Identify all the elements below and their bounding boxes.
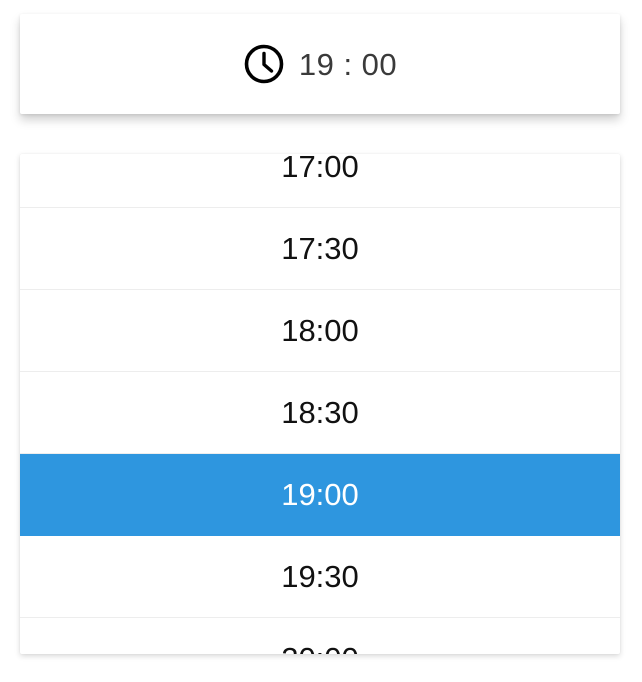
time-option-label: 17:00 [281, 154, 359, 184]
time-options: 17:00 17:30 18:00 18:30 19:00 19:30 20:00 [20, 154, 620, 654]
time-option-label: 19:00 [281, 476, 359, 512]
time-option-label: 19:30 [281, 558, 359, 594]
time-option-label: 17:30 [281, 230, 359, 266]
time-options-list[interactable]: 17:00 17:30 18:00 18:30 19:00 19:30 20:00 [20, 154, 620, 654]
time-option[interactable]: 20:00 [20, 618, 620, 655]
time-option[interactable]: 19:30 [20, 536, 620, 618]
time-picker: 19 : 00 17:00 17:30 18:00 18:30 19:00 19:30 20… [0, 0, 642, 682]
clock-icon [243, 43, 285, 85]
time-picker-field[interactable]: 19 : 00 [20, 14, 620, 114]
time-option-label: 20:00 [281, 641, 359, 655]
time-option[interactable]: 18:00 [20, 290, 620, 372]
time-option[interactable]: 18:30 [20, 372, 620, 454]
time-option-selected[interactable]: 19:00 [20, 454, 620, 536]
time-option[interactable]: 17:00 [20, 154, 620, 208]
time-option[interactable]: 17:30 [20, 208, 620, 290]
selected-time-value: 19 : 00 [298, 47, 398, 82]
time-option-label: 18:00 [281, 312, 359, 348]
time-option-label: 18:30 [281, 394, 359, 430]
